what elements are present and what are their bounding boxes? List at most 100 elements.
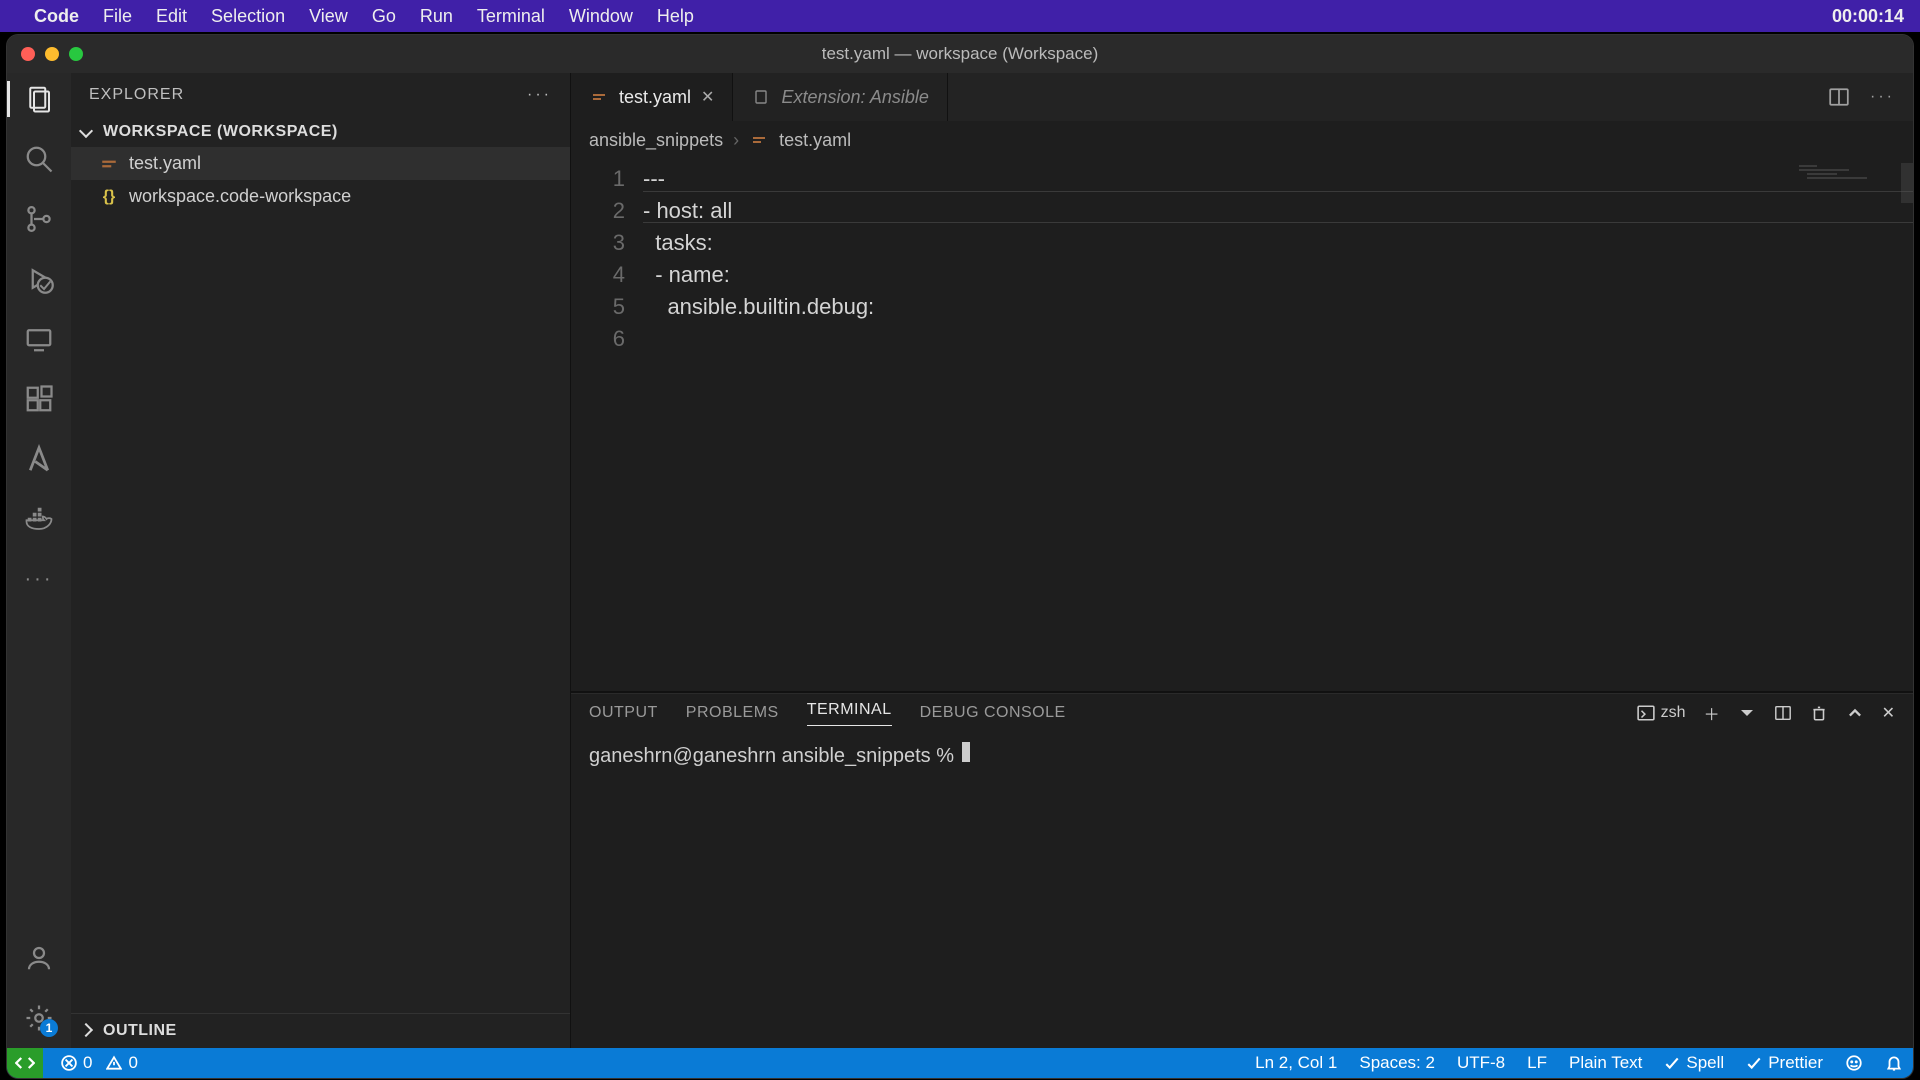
menu-selection[interactable]: Selection xyxy=(211,6,285,27)
sidebar-explorer: EXPLORER ··· WORKSPACE (WORKSPACE) test.… xyxy=(71,73,571,1048)
traffic-lights xyxy=(7,47,83,61)
workspace-header[interactable]: WORKSPACE (WORKSPACE) xyxy=(71,117,570,147)
file-row-test-yaml[interactable]: test.yaml xyxy=(71,147,570,180)
panel-tab-debug[interactable]: DEBUG CONSOLE xyxy=(920,704,1066,722)
maximize-window-button[interactable] xyxy=(69,47,83,61)
menu-terminal[interactable]: Terminal xyxy=(477,6,545,27)
crumb-file[interactable]: test.yaml xyxy=(779,130,851,151)
activity-bar: ··· 1 xyxy=(7,73,71,1048)
tab-label: Extension: Ansible xyxy=(781,87,928,108)
chevron-right-icon xyxy=(81,1022,97,1040)
line-gutter: 123456 xyxy=(571,159,643,691)
file-name: workspace.code-workspace xyxy=(129,186,351,207)
yaml-file-icon xyxy=(589,87,609,107)
tab-extension-ansible[interactable]: Extension: Ansible xyxy=(733,73,947,121)
editor-more-icon[interactable]: ··· xyxy=(1870,88,1895,106)
status-errors[interactable]: 0 xyxy=(61,1053,92,1073)
menu-edit[interactable]: Edit xyxy=(156,6,187,27)
status-bar: 0 0 Ln 2, Col 1 Spaces: 2 UTF-8 LF Plain… xyxy=(7,1048,1913,1078)
activity-extensions-icon[interactable] xyxy=(23,383,55,415)
bottom-panel: OUTPUT PROBLEMS TERMINAL DEBUG CONSOLE z… xyxy=(571,693,1913,1048)
close-tab-icon[interactable]: ✕ xyxy=(701,87,714,107)
activity-scm-icon[interactable] xyxy=(23,203,55,235)
activity-settings-icon[interactable]: 1 xyxy=(23,1002,55,1034)
status-cursor[interactable]: Ln 2, Col 1 xyxy=(1255,1053,1337,1073)
tab-label: test.yaml xyxy=(619,87,691,108)
editor-column: test.yaml ✕ Extension: Ansible ··· xyxy=(571,73,1913,1048)
panel-tab-terminal[interactable]: TERMINAL xyxy=(807,701,892,726)
remote-indicator[interactable] xyxy=(7,1048,43,1078)
tab-test-yaml[interactable]: test.yaml ✕ xyxy=(571,73,733,121)
menubar-clock: 00:00:14 xyxy=(1832,6,1904,27)
vscode-window: test.yaml — workspace (Workspace) xyxy=(6,34,1914,1079)
status-eol[interactable]: LF xyxy=(1527,1053,1547,1073)
activity-docker-icon[interactable] xyxy=(23,503,55,535)
sidebar-title: EXPLORER xyxy=(89,86,184,104)
maximize-panel-icon[interactable] xyxy=(1846,704,1864,722)
status-spell[interactable]: Spell xyxy=(1664,1053,1724,1073)
menu-run[interactable]: Run xyxy=(420,6,453,27)
macos-menubar: Code File Edit Selection View Go Run Ter… xyxy=(0,0,1920,32)
panel-tab-output[interactable]: OUTPUT xyxy=(589,704,658,722)
file-name: test.yaml xyxy=(129,153,201,174)
window-title: test.yaml — workspace (Workspace) xyxy=(822,44,1098,64)
close-window-button[interactable] xyxy=(21,47,35,61)
menu-window[interactable]: Window xyxy=(569,6,633,27)
chevron-down-icon xyxy=(81,123,97,141)
window-titlebar[interactable]: test.yaml — workspace (Workspace) xyxy=(7,35,1913,73)
panel-tab-problems[interactable]: PROBLEMS xyxy=(686,704,779,722)
terminal-cursor xyxy=(962,742,970,762)
minimap[interactable] xyxy=(1799,163,1909,179)
menu-help[interactable]: Help xyxy=(657,6,694,27)
activity-remote-icon[interactable] xyxy=(23,323,55,355)
overview-ruler[interactable] xyxy=(1901,163,1913,203)
sidebar-more-icon[interactable]: ··· xyxy=(527,86,552,104)
new-terminal-icon[interactable]: ＋ xyxy=(1704,701,1720,725)
split-editor-icon[interactable] xyxy=(1828,86,1850,108)
crumb-folder[interactable]: ansible_snippets xyxy=(589,130,723,151)
status-encoding[interactable]: UTF-8 xyxy=(1457,1053,1505,1073)
menu-file[interactable]: File xyxy=(103,6,132,27)
kill-terminal-icon[interactable] xyxy=(1810,704,1828,722)
editor[interactable]: 123456 ---- host: all tasks: - name: ans… xyxy=(571,159,1913,691)
settings-badge: 1 xyxy=(40,1019,58,1037)
split-terminal-icon[interactable] xyxy=(1774,704,1792,722)
yaml-file-icon xyxy=(749,130,769,150)
status-language[interactable]: Plain Text xyxy=(1569,1053,1642,1073)
current-line-highlight xyxy=(643,191,1913,223)
activity-explorer-icon[interactable] xyxy=(23,83,55,115)
file-row-workspace[interactable]: {} workspace.code-workspace xyxy=(71,180,570,213)
breadcrumb[interactable]: ansible_snippets › test.yaml xyxy=(571,121,1913,159)
terminal-dropdown-icon[interactable] xyxy=(1738,704,1756,722)
chevron-right-icon: › xyxy=(733,130,739,151)
activity-overflow-icon[interactable]: ··· xyxy=(23,563,55,595)
doc-icon xyxy=(751,87,771,107)
activity-search-icon[interactable] xyxy=(23,143,55,175)
minimize-window-button[interactable] xyxy=(45,47,59,61)
status-indent[interactable]: Spaces: 2 xyxy=(1359,1053,1435,1073)
close-panel-icon[interactable]: ✕ xyxy=(1882,703,1895,723)
desktop: test.yaml — workspace (Workspace) xyxy=(0,32,1920,1080)
activity-debug-icon[interactable] xyxy=(23,263,55,295)
status-prettier[interactable]: Prettier xyxy=(1746,1053,1823,1073)
workspace-label: WORKSPACE (WORKSPACE) xyxy=(103,123,338,141)
status-warnings[interactable]: 0 xyxy=(106,1053,137,1073)
tab-bar: test.yaml ✕ Extension: Ansible ··· xyxy=(571,73,1913,121)
menu-app[interactable]: Code xyxy=(34,6,79,27)
status-bell-icon[interactable] xyxy=(1885,1054,1903,1072)
terminal-output[interactable]: ganeshrn@ganeshrn ansible_snippets % xyxy=(571,732,1913,1048)
menu-go[interactable]: Go xyxy=(372,6,396,27)
activity-account-icon[interactable] xyxy=(23,942,55,974)
panel-tabs: OUTPUT PROBLEMS TERMINAL DEBUG CONSOLE z… xyxy=(571,694,1913,732)
menu-view[interactable]: View xyxy=(309,6,348,27)
terminal-shell-indicator[interactable]: zsh xyxy=(1637,704,1686,722)
terminal-prompt: ganeshrn@ganeshrn ansible_snippets % xyxy=(589,745,960,767)
file-tree: test.yaml {} workspace.code-workspace xyxy=(71,147,570,1013)
status-feedback-icon[interactable] xyxy=(1845,1054,1863,1072)
code-area[interactable]: ---- host: all tasks: - name: ansible.bu… xyxy=(643,159,1913,691)
yaml-file-icon xyxy=(99,154,119,174)
activity-ansible-icon[interactable] xyxy=(23,443,55,475)
outline-label: OUTLINE xyxy=(103,1022,177,1040)
outline-header[interactable]: OUTLINE xyxy=(71,1013,570,1048)
json-file-icon: {} xyxy=(99,187,119,207)
